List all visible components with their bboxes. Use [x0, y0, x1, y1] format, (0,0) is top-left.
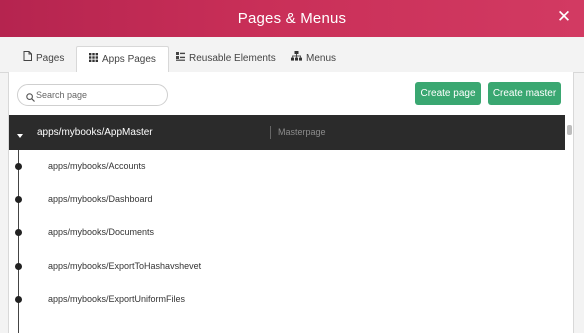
column-divider [270, 126, 271, 139]
search-box [17, 84, 168, 106]
page-name: apps/mybooks/Dashboard [48, 194, 153, 204]
tree-node-dot [15, 196, 22, 203]
page-name: apps/mybooks/Accounts [48, 161, 146, 171]
master-page-row[interactable]: apps/mybooks/AppMaster Masterpage [9, 115, 565, 150]
scrollbar-thumb[interactable] [567, 125, 572, 135]
pages-menus-dialog: Pages & Menus ✕ Pages Apps Pages Reusabl… [0, 0, 584, 333]
page-icon [23, 46, 32, 72]
tab-bar: Pages Apps Pages Reusable Elements Menus [0, 37, 584, 73]
dialog-titlebar: Pages & Menus ✕ [0, 0, 584, 37]
search-icon [26, 89, 35, 107]
master-page-type: Masterpage [278, 127, 326, 137]
sitemap-icon [291, 46, 302, 72]
dialog-title: Pages & Menus [237, 10, 347, 27]
grid-icon [89, 47, 98, 73]
master-page-name: apps/mybooks/AppMaster [37, 127, 153, 138]
caret-down-icon[interactable] [16, 127, 24, 145]
page-list-item[interactable]: apps/mybooks/Dashboard [9, 183, 565, 216]
page-list-item[interactable]: apps/mybooks/ExportToHashavshevet [9, 250, 565, 283]
create-page-button[interactable]: Create page [415, 82, 481, 105]
tab-menus[interactable]: Menus [279, 46, 348, 72]
tree-node-dot [15, 263, 22, 270]
page-name: apps/mybooks/Documents [48, 227, 155, 237]
create-master-button[interactable]: Create master [488, 82, 561, 105]
search-input[interactable] [36, 87, 161, 103]
page-name: apps/mybooks/ExportUniformFiles [48, 294, 186, 304]
close-icon[interactable]: ✕ [553, 6, 575, 28]
tab-pages-label: Pages [36, 53, 65, 64]
tab-reusable-elements[interactable]: Reusable Elements [164, 46, 288, 72]
tab-apps-pages[interactable]: Apps Pages [76, 46, 169, 73]
tab-reusable-elements-label: Reusable Elements [189, 53, 276, 64]
tree-node-dot [15, 296, 22, 303]
apps-pages-panel: Create page Create master apps/mybooks/A… [8, 72, 574, 333]
page-list-item[interactable]: apps/mybooks/ExportUniformFiles [9, 283, 565, 316]
page-list-item[interactable]: apps/mybooks/Accounts [9, 150, 565, 183]
tab-menus-label: Menus [306, 53, 337, 64]
tree-node-dot [15, 229, 22, 236]
scrollbar[interactable] [566, 115, 574, 333]
tab-apps-pages-label: Apps Pages [102, 54, 156, 65]
tab-pages[interactable]: Pages [11, 46, 76, 72]
page-name: apps/mybooks/ExportToHashavshevet [48, 261, 202, 271]
elements-icon [176, 46, 185, 72]
page-list-item[interactable]: apps/mybooks/Documents [9, 216, 565, 249]
tree-node-dot [15, 163, 22, 170]
